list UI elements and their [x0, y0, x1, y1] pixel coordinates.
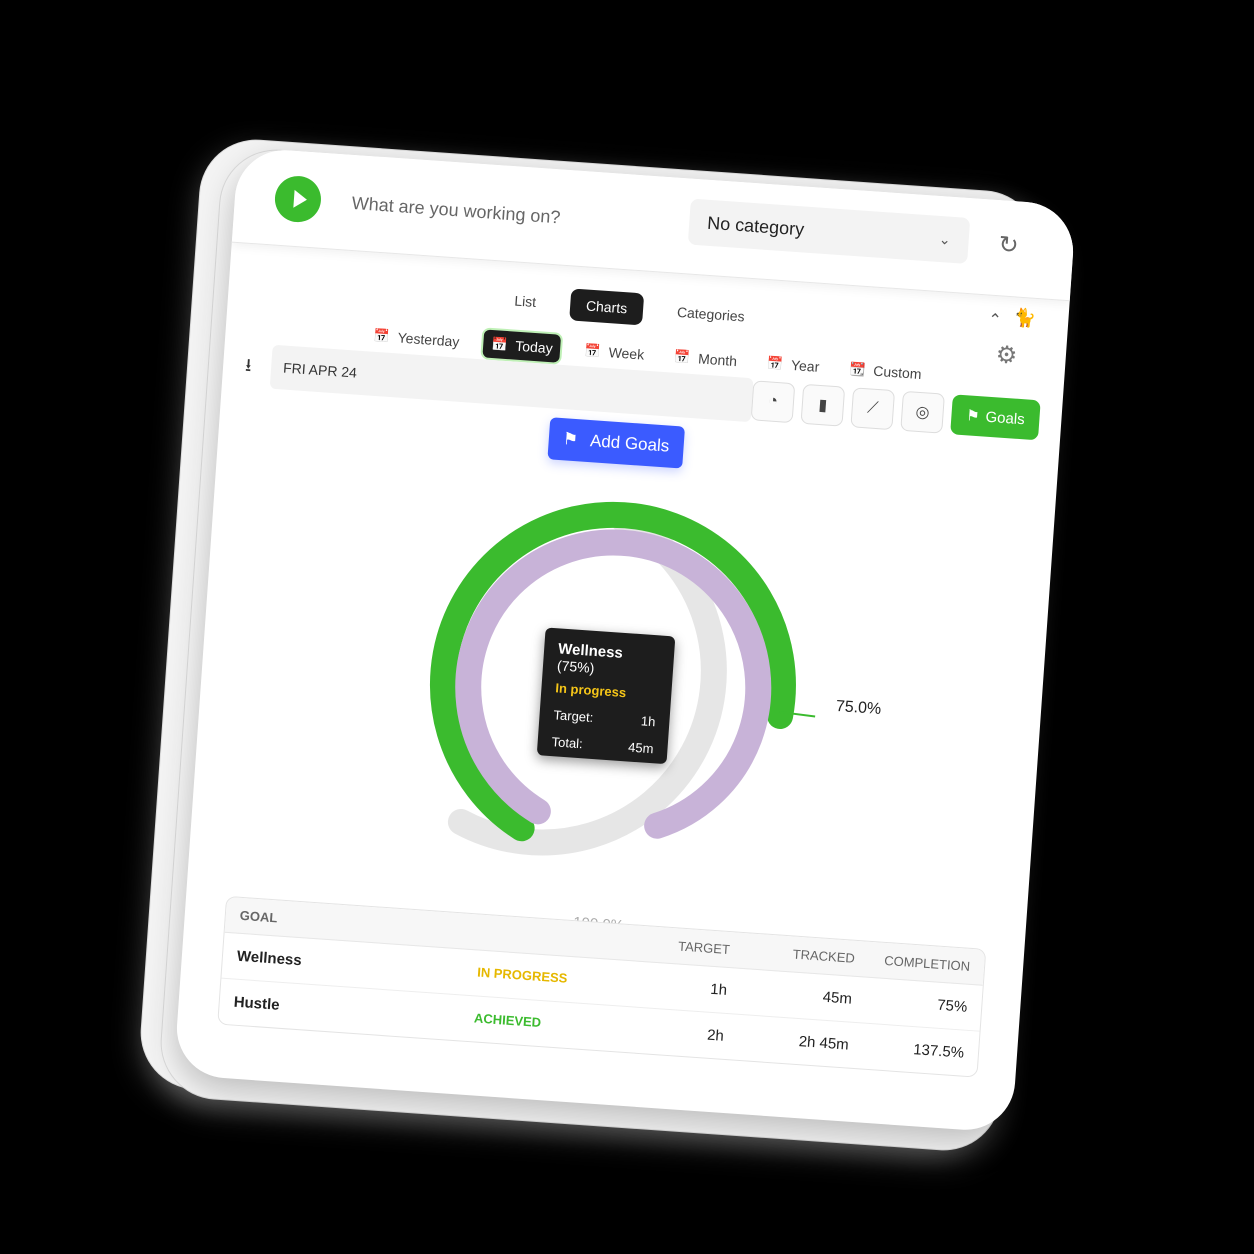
refresh-icon[interactable]: ↻ — [997, 230, 1020, 260]
col-completion-header: COMPLETION — [883, 952, 971, 974]
chart-label-partial: 75.0% — [835, 697, 882, 719]
col-goal-header: GOAL — [239, 907, 278, 926]
goal-target: 1h — [709, 980, 728, 999]
line-chart-button[interactable]: ⟋ — [850, 387, 896, 431]
goals-card: No category ⌄ ↻ ⌃ 🐈 ⚙ List Charts Catego… — [173, 146, 1077, 1134]
add-goals-label: Add Goals — [589, 431, 670, 456]
tooltip-target-label: Target: — [553, 707, 594, 725]
range-month[interactable]: 📅 Month — [665, 342, 746, 375]
tab-charts[interactable]: Charts — [568, 288, 645, 326]
col-tracked-header: TRACKED — [792, 946, 856, 966]
calendar-icon: 📅 — [766, 355, 784, 372]
range-yesterday[interactable]: 📅 Yesterday — [365, 321, 469, 356]
tooltip-total-value: 45m — [627, 739, 655, 757]
goals-table: GOAL TARGET TRACKED COMPLETION Wellness … — [217, 895, 987, 1078]
range-label: Year — [790, 356, 820, 375]
goal-completion: 137.5% — [912, 1041, 965, 1062]
calendar-edit-icon: 📆 — [848, 361, 866, 378]
flag-icon: ⚑ — [562, 429, 579, 450]
chart-tooltip: Wellness (75%) In progress Target: 1h To… — [536, 627, 676, 765]
tooltip-status: In progress — [554, 680, 627, 701]
tooltip-total-label: Total: — [551, 734, 584, 752]
tooltip-target-value: 1h — [640, 713, 656, 730]
pie-chart-icon: ◔ — [767, 392, 779, 411]
range-label: Yesterday — [397, 329, 460, 350]
flag-icon: ⚑ — [965, 407, 981, 426]
tooltip-target-row: Target: 1h — [553, 707, 656, 729]
calendar-icon: 📅 — [673, 348, 691, 365]
range-label: Month — [697, 350, 738, 370]
status-badge: ACHIEVED — [473, 1010, 542, 1031]
tab-categories[interactable]: Categories — [660, 295, 762, 334]
calendar-icon: 📅 — [584, 342, 602, 359]
tab-list[interactable]: List — [497, 283, 553, 319]
status-badge: IN PROGRESS — [476, 964, 568, 986]
goals-button[interactable]: ⚑ Goals — [950, 394, 1041, 441]
range-week[interactable]: 📅 Week — [576, 336, 654, 369]
chart-type-buttons: ◔ ▮ ⟋ ◎ ⚑ Goals — [750, 380, 1041, 441]
radial-chart-button[interactable]: ◎ — [900, 390, 945, 434]
range-label: Today — [514, 337, 554, 357]
gear-icon[interactable]: ⚙ — [995, 340, 1018, 370]
download-icon[interactable]: ⭳ — [244, 353, 253, 383]
task-input[interactable] — [348, 186, 675, 242]
range-custom[interactable]: 📆 Custom — [840, 354, 930, 388]
pie-chart-button[interactable]: ◔ — [750, 380, 796, 424]
chevron-up-icon[interactable]: ⌃ — [988, 310, 1003, 331]
chevron-down-icon: ⌄ — [938, 230, 952, 248]
category-select[interactable]: No category ⌄ — [687, 198, 971, 264]
col-status-header — [480, 925, 625, 950]
cat-icon[interactable]: 🐈 — [1013, 307, 1037, 330]
play-button[interactable] — [273, 174, 323, 224]
bar-chart-icon: ▮ — [817, 396, 828, 415]
tooltip-percent: (75%) — [556, 657, 595, 676]
tooltip-total-row: Total: 45m — [551, 734, 654, 756]
goal-completion: 75% — [936, 996, 968, 1016]
goal-tracked: 2h 45m — [798, 1033, 850, 1054]
category-value: No category — [706, 212, 805, 239]
calendar-icon: 📅 — [490, 335, 508, 353]
radial-chart-icon: ◎ — [915, 403, 931, 422]
goal-name: Hustle — [233, 993, 281, 1014]
goal-tracked: 45m — [822, 988, 853, 1008]
tooltip-title: Wellness (75%) — [556, 640, 660, 681]
goal-name: Wellness — [236, 947, 303, 970]
calendar-icon: 📅 — [373, 327, 391, 344]
goal-target: 2h — [706, 1026, 725, 1045]
range-year[interactable]: 📅 Year — [758, 349, 828, 382]
goals-label: Goals — [984, 408, 1026, 428]
add-goals-button[interactable]: ⚑ Add Goals — [547, 417, 685, 469]
play-icon — [292, 189, 308, 209]
range-label: Custom — [872, 362, 923, 383]
range-label: Week — [608, 344, 645, 363]
col-target-header: TARGET — [677, 938, 731, 958]
bar-chart-button[interactable]: ▮ — [800, 383, 846, 427]
line-chart-icon: ⟋ — [866, 399, 879, 418]
view-tabs: List Charts Categories — [497, 283, 761, 333]
